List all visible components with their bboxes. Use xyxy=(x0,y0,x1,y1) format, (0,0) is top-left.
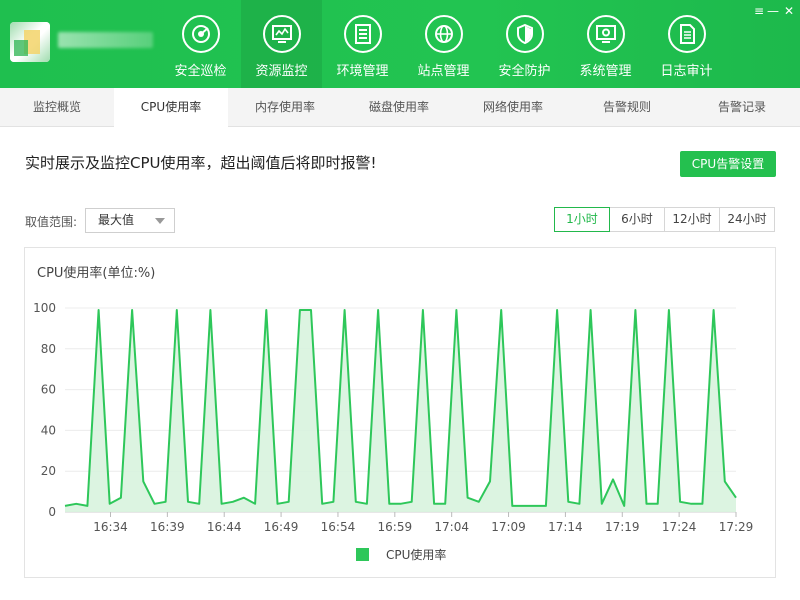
tab-alert-rules[interactable]: 告警规则 xyxy=(570,88,684,127)
value-range-label: 取值范围: xyxy=(25,215,78,229)
close-icon[interactable]: ✕ xyxy=(782,4,796,18)
nav-item-site[interactable]: 站点管理 xyxy=(403,0,484,88)
tab-disk-usage[interactable]: 磁盘使用率 xyxy=(342,88,456,127)
legend-label: CPU使用率 xyxy=(386,547,447,562)
nav-label: 资源监控 xyxy=(255,64,308,79)
chevron-down-icon xyxy=(155,218,165,224)
app-brand-name-blurred xyxy=(58,32,153,48)
minimize-icon[interactable]: — xyxy=(766,4,780,18)
tab-monitor-overview[interactable]: 监控概览 xyxy=(0,88,114,127)
nav-item-environment[interactable]: 环境管理 xyxy=(322,0,403,88)
time-range-6h-button[interactable]: 6小时 xyxy=(609,207,665,232)
monitor-chart-icon xyxy=(262,15,301,53)
document-icon xyxy=(667,15,706,53)
nav-item-security-inspection[interactable]: 安全巡检 xyxy=(160,0,241,88)
page-headline: 实时展示及监控CPU使用率，超出阈值后将即时报警! xyxy=(25,154,377,172)
time-range-24h-button[interactable]: 24小时 xyxy=(719,207,775,232)
legend-swatch xyxy=(356,547,369,561)
shield-icon xyxy=(505,15,544,53)
menu-icon[interactable]: ≡ xyxy=(752,4,766,18)
nav-label: 安全防护 xyxy=(498,64,551,79)
sub-tab-bar: 监控概览 CPU使用率 内存使用率 磁盘使用率 网络使用率 告警规则 告警记录 xyxy=(0,88,800,128)
tab-memory-usage[interactable]: 内存使用率 xyxy=(228,88,342,127)
value-range-selected: 最大值 xyxy=(98,213,135,227)
tab-network-usage[interactable]: 网络使用率 xyxy=(456,88,570,127)
globe-icon xyxy=(424,15,463,53)
nav-item-log-audit[interactable]: 日志审计 xyxy=(646,0,727,88)
nav-item-system[interactable]: 系统管理 xyxy=(565,0,646,88)
app-logo xyxy=(10,22,50,62)
chart-legend[interactable]: CPU使用率 xyxy=(356,546,446,562)
nav-label: 环境管理 xyxy=(336,64,389,79)
app-header: 安全巡检 资源监控 环境管理 站点管理 安全防护 系统管理 日志审计 ≡ — ✕ xyxy=(0,0,800,88)
tab-alert-records[interactable]: 告警记录 xyxy=(684,88,800,127)
radar-icon xyxy=(181,15,220,53)
nav-label: 日志审计 xyxy=(660,64,713,79)
nav-label: 安全巡检 xyxy=(174,64,227,79)
cpu-chart-panel xyxy=(24,247,776,578)
nav-item-resource-monitor[interactable]: 资源监控 xyxy=(241,0,322,88)
value-range-select[interactable]: 最大值 xyxy=(85,208,175,233)
cpu-alert-settings-button[interactable]: CPU告警设置 xyxy=(680,151,776,177)
chart-title: CPU使用率(单位:%) xyxy=(37,266,156,281)
nav-label: 系统管理 xyxy=(579,64,632,79)
nav-item-security-protection[interactable]: 安全防护 xyxy=(484,0,565,88)
nav-label: 站点管理 xyxy=(417,64,470,79)
main-nav: 安全巡检 资源监控 环境管理 站点管理 安全防护 系统管理 日志审计 xyxy=(160,0,727,88)
time-range-group: 1小时 6小时 12小时 24小时 xyxy=(554,207,775,232)
tab-cpu-usage[interactable]: CPU使用率 xyxy=(114,88,228,128)
settings-monitor-icon xyxy=(586,15,625,53)
server-icon xyxy=(343,15,382,53)
time-range-1h-button[interactable]: 1小时 xyxy=(554,207,610,232)
time-range-12h-button[interactable]: 12小时 xyxy=(664,207,720,232)
